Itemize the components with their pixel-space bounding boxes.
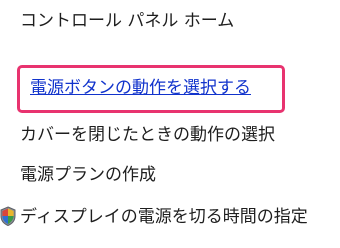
shield-icon <box>0 206 16 227</box>
control-panel-home-link[interactable]: コントロール パネル ホーム <box>20 10 234 32</box>
lid-close-action-link[interactable]: カバーを閉じたときの動作の選択 <box>20 124 275 146</box>
display-off-time-link[interactable]: ディスプレイの電源を切る時間の指定 <box>20 204 336 230</box>
choose-power-buttons-link[interactable]: 電源ボタンの動作を選択する <box>30 77 274 99</box>
nav-pane: コントロール パネル ホーム 電源ボタンの動作を選択する カバーを閉じたときの動… <box>0 0 340 248</box>
display-off-item[interactable]: ディスプレイの電源を切る時間の指定 <box>0 200 340 248</box>
create-power-plan-link[interactable]: 電源プランの作成 <box>20 164 156 186</box>
